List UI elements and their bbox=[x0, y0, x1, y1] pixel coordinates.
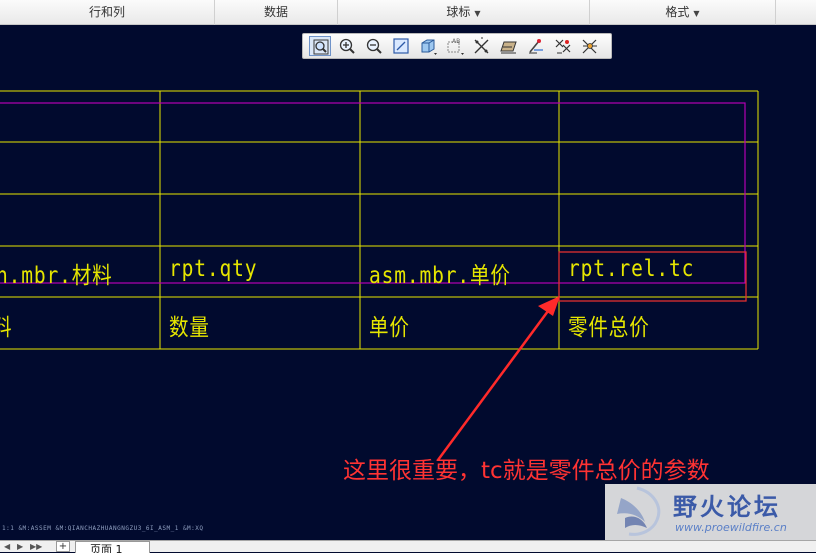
annotation-arrow bbox=[436, 296, 560, 461]
sheet-tab-bar: ◀ ▶ ▶▶ + 页面 1 bbox=[0, 540, 816, 553]
drawing-status-text: 1:1 &M:ASSEM &M:QIANCHAZHUANGNGZU3_6I_AS… bbox=[2, 525, 204, 532]
flame-logo-icon bbox=[617, 486, 661, 536]
repaint-icon bbox=[474, 37, 489, 54]
table-cell-parameter[interactable]: n.mbr.材料 bbox=[0, 256, 113, 290]
symbol-button[interactable] bbox=[552, 36, 574, 56]
annotation-note: 这里很重要，tc就是零件总价的参数 bbox=[343, 458, 710, 484]
zoom-window-icon bbox=[313, 39, 329, 55]
dimension-icon bbox=[500, 41, 517, 54]
chevron-down-icon: ▼ bbox=[693, 9, 700, 18]
page-tab-1[interactable]: 页面 1 bbox=[75, 541, 150, 553]
zoom-window-button[interactable] bbox=[309, 36, 331, 56]
refit-icon bbox=[393, 38, 409, 54]
orientation-button[interactable] bbox=[417, 36, 439, 56]
orientation-icon bbox=[421, 39, 437, 55]
saved-views-icon: AB bbox=[447, 38, 464, 55]
watermark-url: www.proewildfire.cn bbox=[675, 521, 787, 534]
ribbon-group-bar: 行和列 数据 球标 ▼ 格式 ▼ bbox=[0, 0, 816, 25]
graphics-toolbar: AB bbox=[302, 33, 612, 59]
zoom-out-button[interactable] bbox=[363, 36, 385, 56]
refit-button[interactable] bbox=[390, 36, 412, 56]
watermark-title: 野火论坛 bbox=[673, 493, 781, 521]
prev-page-icon[interactable]: ▶ bbox=[17, 542, 23, 552]
zoom-in-button[interactable] bbox=[336, 36, 358, 56]
balloons-label: 球标 bbox=[446, 5, 471, 19]
data-group[interactable]: 数据 bbox=[215, 0, 338, 25]
table-cell-header[interactable]: 零件总价 bbox=[568, 308, 650, 342]
saved-views-button[interactable]: AB bbox=[444, 36, 466, 56]
repaint-button[interactable] bbox=[471, 36, 493, 56]
dimension-button[interactable] bbox=[498, 36, 520, 56]
last-page-icon[interactable]: ▶▶ bbox=[30, 542, 42, 552]
note-icon bbox=[529, 39, 543, 54]
zoom-out-icon bbox=[366, 38, 382, 54]
note-button[interactable] bbox=[525, 36, 547, 56]
svg-text:AB: AB bbox=[452, 38, 460, 45]
rows-columns-group[interactable]: 行和列 bbox=[0, 0, 215, 25]
chevron-down-icon: ▼ bbox=[474, 9, 481, 18]
table-cell-header[interactable]: 单价 bbox=[369, 308, 410, 342]
first-page-icon[interactable]: ◀ bbox=[4, 542, 10, 552]
balloons-group[interactable]: 球标 ▼ bbox=[338, 0, 590, 25]
symbol-icon bbox=[555, 39, 571, 54]
cross-hatch-icon bbox=[582, 39, 597, 54]
table-cell-parameter[interactable]: rpt.qty bbox=[169, 256, 257, 282]
zoom-in-icon bbox=[339, 38, 355, 54]
format-label: 格式 bbox=[665, 5, 690, 19]
table-cell-header[interactable]: 数量 bbox=[169, 308, 210, 342]
rows-columns-label: 行和列 bbox=[88, 5, 125, 19]
table-cell-parameter[interactable]: rpt.rel.tc bbox=[568, 256, 694, 282]
format-group[interactable]: 格式 ▼ bbox=[590, 0, 776, 25]
cross-hatch-button[interactable] bbox=[579, 36, 601, 56]
add-page-button[interactable]: + bbox=[56, 541, 70, 552]
data-label: 数据 bbox=[263, 5, 288, 19]
table-cell-header[interactable]: 料 bbox=[0, 308, 12, 342]
forum-watermark: 野火论坛 www.proewildfire.cn bbox=[605, 484, 816, 540]
table-cell-parameter[interactable]: asm.mbr.单价 bbox=[369, 256, 511, 290]
